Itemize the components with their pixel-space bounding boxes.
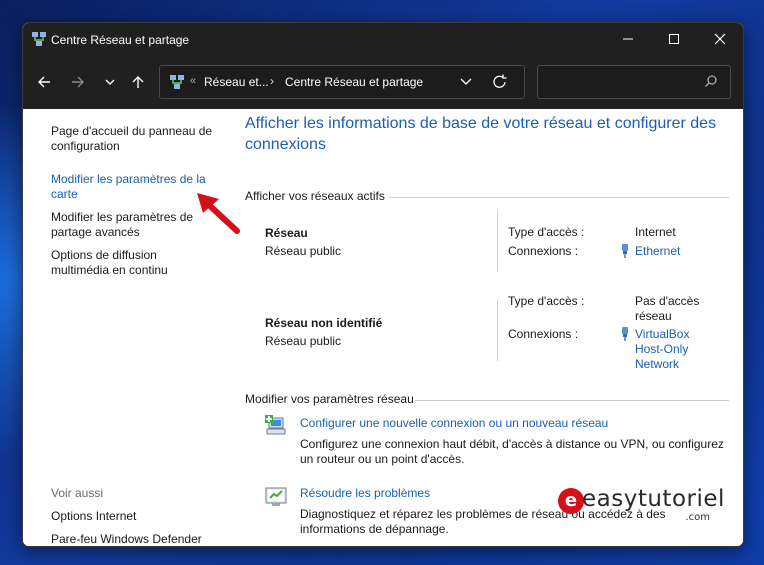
divider	[389, 197, 729, 198]
virtualbox-connection-link[interactable]: VirtualBox Host-Only Network	[635, 327, 697, 372]
close-icon	[714, 33, 726, 45]
change-settings-heading: Modifier vos paramètres réseau	[245, 392, 414, 406]
watermark-e-badge: e	[558, 488, 584, 514]
divider	[497, 210, 498, 272]
network-1-access-label: Type d'accès :	[508, 225, 585, 239]
up-button[interactable]	[125, 69, 151, 95]
forward-button[interactable]	[65, 69, 91, 95]
content-area: Page d'accueil du panneau de configurati…	[23, 109, 743, 546]
internet-options-link[interactable]: Options Internet	[51, 509, 136, 524]
network-2-access-label: Type d'accès :	[508, 294, 585, 308]
close-button[interactable]	[697, 23, 743, 55]
network-center-icon	[170, 75, 184, 89]
arrow-up-icon	[132, 76, 144, 88]
troubleshoot-icon	[265, 487, 287, 506]
search-input[interactable]	[537, 65, 731, 99]
network-1-access-value: Internet	[635, 225, 676, 239]
network-1-type-link[interactable]: Réseau public	[265, 244, 341, 259]
network-2-access-value: Pas d'accès réseau	[635, 294, 700, 323]
address-bar[interactable]: « Réseau et... › Centre Réseau et partag…	[159, 65, 525, 99]
windows-firewall-link[interactable]: Pare-feu Windows Defender	[51, 532, 202, 546]
troubleshoot-link[interactable]: Résoudre les problèmes	[300, 486, 430, 501]
sidebar-home-link[interactable]: Page d'accueil du panneau de configurati…	[51, 124, 221, 154]
network-2-connections-label: Connexions :	[508, 327, 579, 341]
breadcrumb-sharing-center[interactable]: Centre Réseau et partage	[285, 75, 423, 89]
navigation-bar: « Réseau et... › Centre Réseau et partag…	[23, 55, 743, 109]
ethernet-plug-icon	[622, 327, 628, 341]
search-icon	[705, 75, 717, 87]
maximize-icon	[669, 34, 679, 44]
network-1-name: Réseau	[265, 226, 308, 240]
minimize-icon	[623, 38, 633, 40]
network-2-type-link[interactable]: Réseau public	[265, 334, 341, 349]
sidebar-media-streaming-link[interactable]: Options de diffusion multimédia en conti…	[51, 248, 211, 278]
watermark-suffix: .com	[685, 512, 710, 523]
breadcrumb-separator[interactable]: ›	[270, 74, 274, 88]
active-networks-heading: Afficher vos réseaux actifs	[245, 189, 385, 203]
network-1-connections-label: Connexions :	[508, 244, 579, 258]
breadcrumb-overflow[interactable]: «	[190, 75, 196, 87]
recent-locations-button[interactable]	[97, 69, 123, 95]
chevron-down-icon	[105, 79, 115, 85]
divider	[497, 299, 498, 361]
arrow-right-icon	[72, 76, 84, 88]
network-center-icon	[32, 32, 46, 46]
back-button[interactable]	[31, 69, 57, 95]
page-title: Afficher les informations de base de vot…	[245, 115, 717, 153]
chevron-down-icon[interactable]	[456, 74, 476, 90]
network-2-name: Réseau non identifié	[265, 316, 383, 330]
see-also-heading: Voir aussi	[51, 486, 104, 500]
sidebar-adapter-settings-link[interactable]: Modifier les paramètres de la carte	[51, 172, 216, 202]
breadcrumb-network[interactable]: Réseau et...	[204, 75, 269, 89]
minimize-button[interactable]	[605, 23, 651, 55]
ethernet-connection-link[interactable]: Ethernet	[635, 244, 680, 259]
setup-new-connection-link[interactable]: Configurer une nouvelle connexion ou un …	[300, 416, 608, 431]
setup-new-connection-description: Configurez une connexion haut débit, d'a…	[300, 437, 724, 466]
sidebar-advanced-sharing-link[interactable]: Modifier les paramètres de partage avanc…	[51, 210, 206, 240]
refresh-icon[interactable]	[490, 73, 510, 91]
red-arrow-pointer	[197, 193, 240, 234]
watermark-text: easytutoriel	[582, 486, 725, 512]
title-bar: Centre Réseau et partage	[23, 23, 743, 55]
maximize-button[interactable]	[651, 23, 697, 55]
ethernet-plug-icon	[622, 244, 628, 258]
divider	[415, 400, 729, 401]
window-title: Centre Réseau et partage	[51, 33, 190, 47]
network-sharing-window: Centre Réseau et partage « Réseau et... …	[22, 22, 744, 547]
arrow-left-icon	[38, 76, 50, 88]
easytutoriel-watermark: e easytutoriel .com	[558, 486, 724, 526]
new-connection-icon	[265, 415, 286, 435]
